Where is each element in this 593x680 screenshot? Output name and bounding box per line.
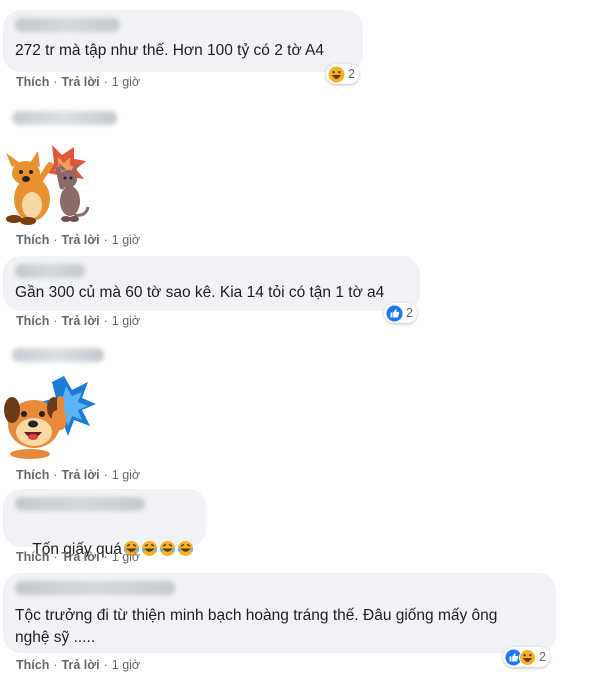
like-icon <box>386 305 403 322</box>
reply-link[interactable]: Trả lời <box>62 468 100 482</box>
separator: · <box>103 468 108 482</box>
blurred-author-name <box>15 264 85 278</box>
like-link[interactable]: Thích <box>16 468 49 482</box>
separator: · <box>53 658 58 672</box>
blurred-author-name <box>12 111 117 125</box>
like-link[interactable]: Thích <box>16 233 49 247</box>
comment-bubble: Tốn giấy quá <box>3 489 206 558</box>
separator: · <box>53 233 58 247</box>
separator: · <box>103 314 108 328</box>
comment-meta: Thích · Trả lời · 1 giờ <box>16 233 140 247</box>
reply-link[interactable]: Trả lời <box>62 75 100 89</box>
reaction-summary[interactable]: 2 <box>384 303 417 323</box>
reaction-count: 2 <box>539 650 546 664</box>
like-link[interactable]: Thích <box>16 658 49 672</box>
blurred-author-name <box>15 497 145 511</box>
comment-meta: Thích · Trả lời · 1 giờ <box>16 550 140 564</box>
reply-link[interactable]: Trả lời <box>62 550 100 564</box>
separator: · <box>53 550 58 564</box>
reaction-count: 2 <box>348 67 355 81</box>
separator: · <box>103 658 108 672</box>
timestamp[interactable]: 1 giờ <box>112 550 140 564</box>
comment-meta: Thích · Trả lời · 1 giờ <box>16 468 140 482</box>
separator: · <box>103 233 108 247</box>
comment-meta: Thích · Trả lời · 1 giờ <box>16 75 140 89</box>
comment-meta: Thích · Trả lời · 1 giờ <box>16 658 140 672</box>
dog-thumbs-up-sticker <box>4 374 96 460</box>
rofl-emoji-icon <box>159 540 176 557</box>
timestamp[interactable]: 1 giờ <box>112 233 140 247</box>
timestamp[interactable]: 1 giờ <box>112 468 140 482</box>
blurred-author-name <box>15 18 120 32</box>
separator: · <box>103 75 108 89</box>
like-link[interactable]: Thích <box>16 75 49 89</box>
separator: · <box>103 550 108 564</box>
comment-text: 272 tr mà tập như thế. Hơn 100 tỷ có 2 t… <box>15 42 325 59</box>
comment-text: Tộc trưởng đi từ thiện minh bạch hoàng t… <box>15 607 498 646</box>
separator: · <box>53 75 58 89</box>
like-link[interactable]: Thích <box>16 314 49 328</box>
comment-bubble: Tộc trưởng đi từ thiện minh bạch hoàng t… <box>3 573 556 653</box>
haha-icon <box>519 648 536 666</box>
like-link[interactable]: Thích <box>16 550 49 564</box>
reaction-summary[interactable]: 2 <box>326 64 359 84</box>
blurred-author-name <box>12 348 104 362</box>
separator: · <box>53 314 58 328</box>
haha-icon <box>328 66 345 83</box>
reaction-count: 2 <box>406 306 413 320</box>
separator: · <box>53 468 58 482</box>
reply-link[interactable]: Trả lời <box>62 233 100 247</box>
comment-meta: Thích · Trả lời · 1 giờ <box>16 314 140 328</box>
comment-bubble: 272 tr mà tập như thế. Hơn 100 tỷ có 2 t… <box>3 10 363 72</box>
rofl-emoji-icon <box>141 540 158 557</box>
comment-text: Gần 300 củ mà 60 tờ sao kê. Kia 14 tỏi c… <box>15 284 385 301</box>
reply-link[interactable]: Trả lời <box>62 314 100 328</box>
timestamp[interactable]: 1 giờ <box>112 658 140 672</box>
dog-high-five-sticker <box>4 143 92 225</box>
comment-bubble: Gần 300 củ mà 60 tờ sao kê. Kia 14 tỏi c… <box>3 256 420 311</box>
timestamp[interactable]: 1 giờ <box>112 314 140 328</box>
timestamp[interactable]: 1 giờ <box>112 75 140 89</box>
blurred-author-name <box>15 581 175 595</box>
reaction-summary[interactable]: 2 <box>503 647 550 667</box>
reply-link[interactable]: Trả lời <box>62 658 100 672</box>
rofl-emoji-icon <box>177 540 194 557</box>
